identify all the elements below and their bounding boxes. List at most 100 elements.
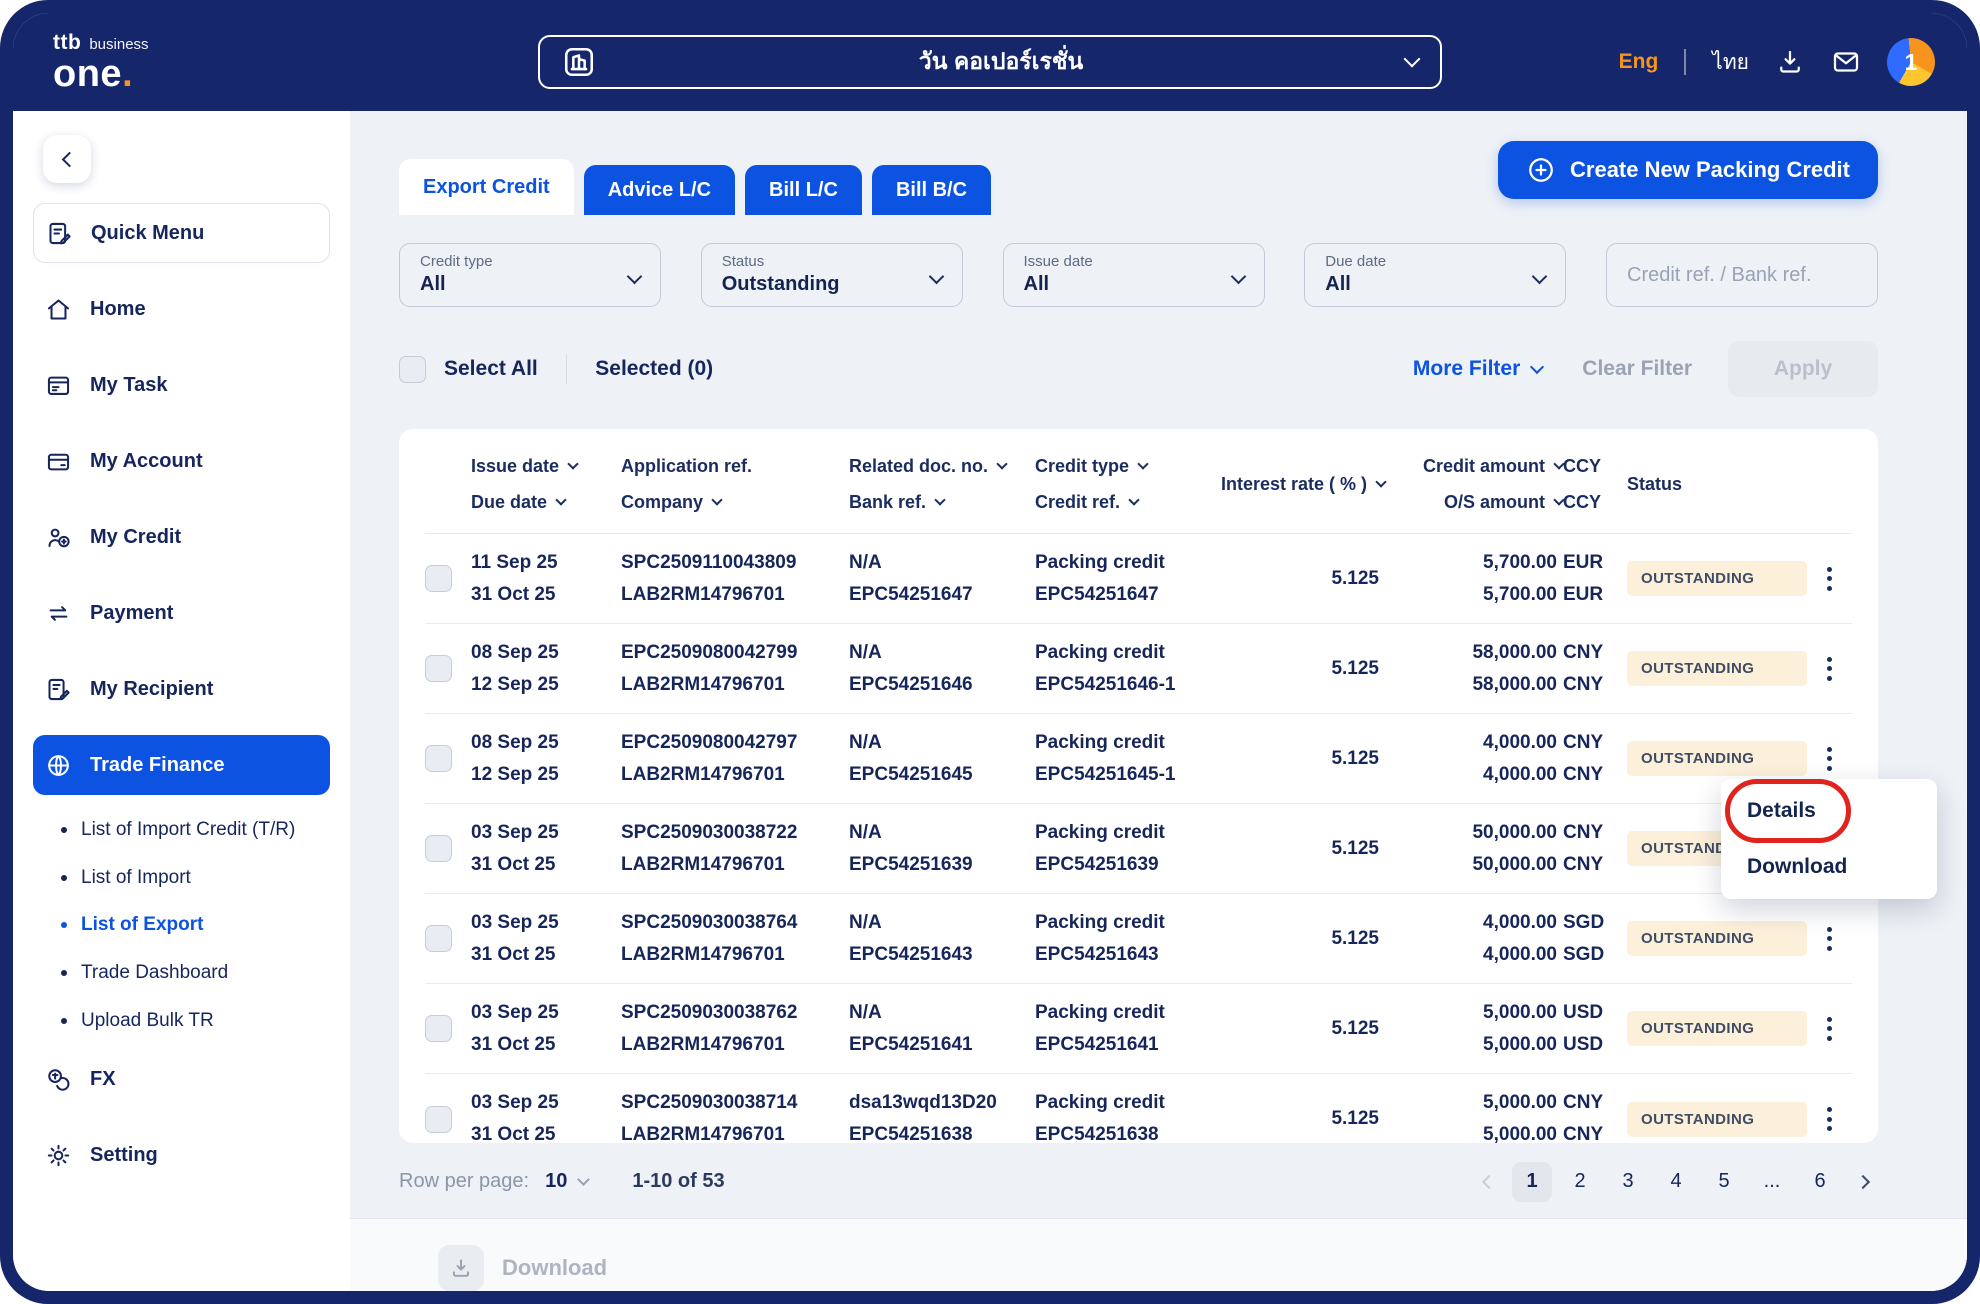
sidebar-item-setting[interactable]: Setting [33,1125,330,1185]
row-kebab-menu[interactable] [1811,646,1847,692]
sidebar-subitem-upload-bulk-tr[interactable]: Upload Bulk TR [57,1002,330,1040]
filter-status[interactable]: Status Outstanding [700,243,963,307]
sidebar-item-trade-finance[interactable]: Trade Finance [33,735,330,795]
lang-th-toggle[interactable]: ไทย [1712,46,1749,79]
cell-line-1: 03 Sep 25 [471,1092,559,1113]
cell-line-1: Packing credit [1035,1092,1165,1113]
table-cell: Packing credit EPC54251643 [1035,910,1213,968]
select-all-checkbox[interactable] [399,355,426,383]
sidebar-item-my-credit[interactable]: My Credit [33,507,330,567]
row-kebab-menu[interactable] [1811,916,1847,962]
cell-line-2: EPC54251647 [1035,583,1159,605]
cell-line-1: 5.125 [1331,927,1379,949]
row-kebab-menu[interactable] [1811,1006,1847,1052]
context-menu-item-details[interactable]: Details [1747,799,1911,823]
page-button[interactable]: 4 [1656,1162,1696,1202]
page-button[interactable]: 3 [1608,1162,1648,1202]
column-header-label[interactable]: Application ref. [621,456,752,477]
sort-icon[interactable] [996,458,1008,470]
column-header-label[interactable]: Company [621,492,703,513]
column-header-label[interactable]: Credit amount [1423,456,1545,477]
row-checkbox[interactable] [425,655,452,682]
mail-icon[interactable] [1831,47,1861,77]
sidebar-item-payment[interactable]: Payment [33,583,330,643]
sidebar-item-my-task[interactable]: My Task [33,355,330,415]
row-checkbox[interactable] [425,565,452,592]
column-header-label[interactable]: Credit ref. [1035,492,1120,513]
sidebar-item-my-recipient[interactable]: My Recipient [33,659,330,719]
clear-filter-button[interactable]: Clear Filter [1582,357,1692,381]
row-checkbox[interactable] [425,835,452,862]
row-checkbox[interactable] [425,1105,452,1133]
page-button[interactable]: 6 [1800,1162,1840,1202]
avatar[interactable]: 1 [1887,38,1935,86]
row-per-page-select[interactable]: 10 [545,1170,591,1193]
row-checkbox[interactable] [425,925,452,952]
cell-line-2: EUR [1563,583,1604,605]
chevron-down-icon [1403,50,1421,68]
page-button[interactable]: 1 [1512,1161,1552,1202]
sort-icon[interactable] [1137,458,1149,470]
row-checkbox[interactable] [425,1015,452,1042]
sidebar-item-quick-menu[interactable]: Quick Menu [33,203,330,263]
tab-export-credit[interactable]: Export Credit [399,159,574,215]
table-cell: 4,000.00 4,000.00 [1385,730,1563,788]
row-kebab-menu[interactable] [1811,736,1847,782]
credit-ref-search-input[interactable] [1606,243,1878,307]
column-header-label[interactable]: Issue date [471,456,559,477]
sidebar-item-fx[interactable]: FX [33,1049,330,1109]
context-menu-item-download[interactable]: Download [1747,855,1911,879]
download-icon[interactable] [1775,47,1805,77]
column-header-label[interactable]: Due date [471,492,547,513]
column-header-label[interactable]: Bank ref. [849,492,926,513]
lang-en-toggle[interactable]: Eng [1619,50,1659,74]
table-cell: SPC2509030038764 LAB2RM14796701 [621,910,849,968]
select-all-label[interactable]: Select All [444,357,538,381]
column-header-line: Status [1627,469,1807,499]
sort-icon[interactable] [555,494,567,506]
download-table-icon[interactable] [438,1245,484,1291]
sidebar-subitem-trade-dashboard[interactable]: Trade Dashboard [57,954,330,992]
cell-line-2: 58,000.00 [1472,673,1557,695]
column-header-label[interactable]: Status [1627,474,1682,495]
create-new-packing-credit-button[interactable]: Create New Packing Credit [1498,141,1878,199]
tab-bill-lc[interactable]: Bill L/C [745,165,862,215]
tab-bill-bc[interactable]: Bill B/C [871,165,992,215]
sidebar-item-my-account[interactable]: My Account [33,431,330,491]
next-page-icon[interactable] [1855,1174,1871,1189]
column-header-label[interactable]: Interest rate ( % ) [1221,474,1367,495]
apply-button[interactable]: Apply [1728,341,1878,397]
table-cell: Packing credit EPC54251647 [1035,550,1213,608]
column-header-label[interactable]: Credit type [1035,456,1129,477]
sidebar-collapse-button[interactable] [43,135,91,183]
filter-credit-type[interactable]: Credit type All [399,243,661,307]
column-header-label[interactable]: CCY [1563,492,1601,513]
sidebar-item-home[interactable]: Home [33,279,330,339]
sort-icon[interactable] [934,494,946,506]
company-selector[interactable]: วัน คอเปอร์เรชั่น [538,35,1442,89]
filter-issue-date[interactable]: Issue date All [1002,243,1265,307]
page-button[interactable]: 2 [1560,1162,1600,1202]
sidebar-subitem-list-of-import-credit[interactable]: List of Import Credit (T/R) [57,811,330,849]
sort-icon[interactable] [567,458,579,470]
table-row: 03 Sep 25 31 Oct 25 SPC2509030038714 LAB2RM… [425,1074,1852,1143]
row-kebab-menu[interactable] [1811,556,1847,602]
table-cell: 5.125 [1213,566,1385,592]
previous-page-icon[interactable] [1481,1174,1497,1189]
create-button-label: Create New Packing Credit [1570,157,1850,182]
tab-advice-lc[interactable]: Advice L/C [583,165,736,215]
sidebar-subitem-list-of-export[interactable]: List of Export [57,906,330,944]
column-header-label[interactable]: Related doc. no. [849,456,988,477]
sidebar-subitem-list-of-import[interactable]: List of Import [57,859,330,897]
more-filter-button[interactable]: More Filter [1413,357,1545,381]
column-header-label[interactable]: O/S amount [1444,492,1545,513]
cell-line-2: 31 Oct 25 [471,1124,556,1144]
page-button[interactable]: 5 [1704,1162,1744,1202]
sort-icon[interactable] [1128,494,1140,506]
filter-due-date[interactable]: Due date All [1304,243,1567,307]
row-checkbox[interactable] [425,745,452,772]
cell-line-2: EPC54251639 [849,853,973,875]
sort-icon[interactable] [711,494,723,506]
row-kebab-menu[interactable] [1811,1096,1847,1142]
column-header-label[interactable]: CCY [1563,456,1601,477]
